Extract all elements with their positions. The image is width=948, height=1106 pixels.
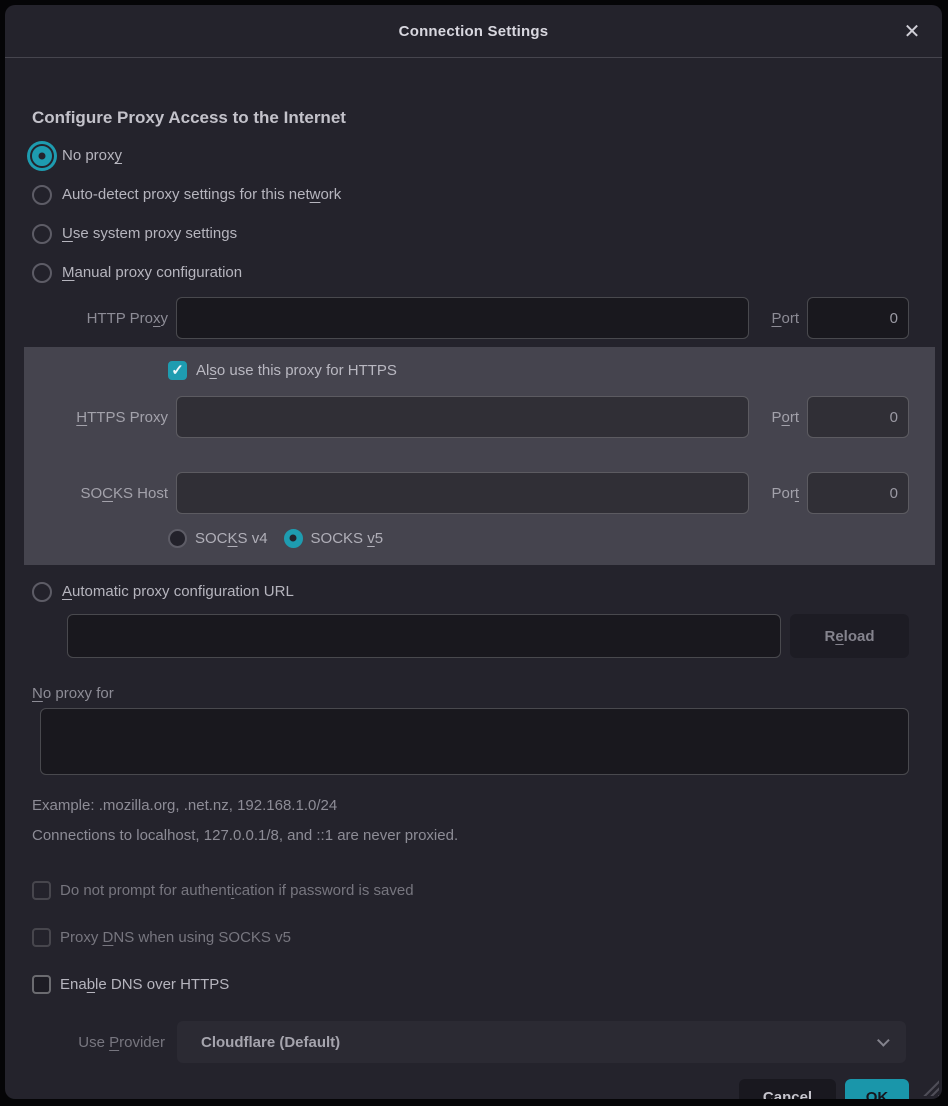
- https-proxy-label: HTTPS Proxy: [32, 409, 168, 426]
- auto-url-row: Reload: [67, 614, 909, 658]
- radio-button-icon[interactable]: [168, 529, 187, 548]
- socks-port-label: Port: [757, 485, 799, 502]
- https-proxy-row: HTTPS Proxy Port: [32, 395, 909, 439]
- socks-version-group: SOCKS v4 SOCKS v5: [168, 525, 909, 551]
- radio-button-icon[interactable]: [32, 224, 52, 244]
- also-https-label: Also use this proxy for HTTPS: [196, 362, 397, 379]
- socks-host-label: SOCKS Host: [32, 485, 168, 502]
- https-socks-section: ✓ Also use this proxy for HTTPS HTTPS Pr…: [24, 347, 935, 565]
- proxy-mode-group: No proxy Auto-detect proxy settings for …: [32, 136, 909, 292]
- radio-manual-proxy[interactable]: Manual proxy configuration: [32, 253, 909, 292]
- radio-button-icon[interactable]: [32, 263, 52, 283]
- ok-button[interactable]: OK: [845, 1079, 909, 1099]
- dialog-titlebar: Connection Settings ✕: [5, 5, 942, 58]
- auto-url-input[interactable]: [67, 614, 781, 658]
- checkbox-icon[interactable]: [32, 975, 51, 994]
- https-port-input[interactable]: [807, 396, 909, 438]
- checkbox-enable-doh[interactable]: Enable DNS over HTTPS: [32, 974, 909, 994]
- radio-no-proxy-label: No proxy: [62, 147, 122, 164]
- radio-auto-url-label: Automatic proxy configuration URL: [62, 583, 294, 600]
- never-proxied-note: Connections to localhost, 127.0.0.1/8, a…: [32, 827, 909, 844]
- checkbox-no-prompt-auth[interactable]: Do not prompt for authentication if pass…: [32, 880, 909, 900]
- http-port-label: Port: [757, 310, 799, 327]
- no-proxy-for-textarea[interactable]: [40, 708, 909, 775]
- close-icon[interactable]: ✕: [896, 15, 928, 47]
- radio-button-icon[interactable]: [32, 146, 52, 166]
- enable-doh-label: Enable DNS over HTTPS: [60, 976, 229, 993]
- chevron-down-icon: [877, 1034, 890, 1047]
- radio-socks-v4[interactable]: SOCKS v4: [168, 529, 268, 548]
- dialog-title: Connection Settings: [399, 23, 549, 40]
- socks-host-input[interactable]: [176, 472, 749, 514]
- radio-auto-url[interactable]: Automatic proxy configuration URL: [32, 572, 909, 611]
- https-port-label: Port: [757, 409, 799, 426]
- radio-button-icon[interactable]: [32, 582, 52, 602]
- http-port-input[interactable]: [807, 297, 909, 339]
- no-proxy-for-label: No proxy for: [32, 685, 909, 702]
- radio-system-proxy[interactable]: Use system proxy settings: [32, 214, 909, 253]
- checkbox-checked-icon[interactable]: ✓: [168, 361, 187, 380]
- radio-auto-detect-label: Auto-detect proxy settings for this netw…: [62, 186, 341, 203]
- page-title: Configure Proxy Access to the Internet: [32, 108, 909, 128]
- no-prompt-auth-label: Do not prompt for authentication if pass…: [60, 882, 414, 899]
- radio-button-icon[interactable]: [284, 529, 303, 548]
- reload-button[interactable]: Reload: [790, 614, 909, 658]
- reload-button-label: Reload: [824, 628, 874, 645]
- checkmark-icon: ✓: [171, 363, 184, 378]
- checkbox-icon[interactable]: [32, 881, 51, 900]
- checkbox-proxy-dns[interactable]: Proxy DNS when using SOCKS v5: [32, 927, 909, 947]
- socks-port-input[interactable]: [807, 472, 909, 514]
- cancel-button[interactable]: Cancel: [739, 1079, 836, 1099]
- doh-provider-value: Cloudflare (Default): [201, 1034, 340, 1051]
- connection-settings-dialog: Connection Settings ✕ Configure Proxy Ac…: [5, 5, 942, 1099]
- also-https-row[interactable]: ✓ Also use this proxy for HTTPS: [168, 357, 909, 383]
- use-provider-label: Use Provider: [32, 1034, 165, 1051]
- doh-provider-select[interactable]: Cloudflare (Default): [177, 1021, 906, 1063]
- socks-host-row: SOCKS Host Port: [32, 471, 909, 515]
- radio-button-icon[interactable]: [32, 185, 52, 205]
- no-proxy-example-text: Example: .mozilla.org, .net.nz, 192.168.…: [32, 797, 909, 814]
- dialog-content: Configure Proxy Access to the Internet N…: [5, 58, 942, 1099]
- radio-auto-detect[interactable]: Auto-detect proxy settings for this netw…: [32, 175, 909, 214]
- radio-no-proxy[interactable]: No proxy: [32, 136, 909, 175]
- radio-system-proxy-label: Use system proxy settings: [62, 225, 237, 242]
- http-proxy-row: HTTP Proxy Port: [32, 296, 909, 340]
- socks-v4-label: SOCKS v4: [195, 530, 268, 547]
- options-checkbox-section: Do not prompt for authentication if pass…: [32, 880, 909, 994]
- checkbox-icon[interactable]: [32, 928, 51, 947]
- https-proxy-input[interactable]: [176, 396, 749, 438]
- radio-manual-proxy-label: Manual proxy configuration: [62, 264, 242, 281]
- proxy-dns-label: Proxy DNS when using SOCKS v5: [60, 929, 291, 946]
- socks-v5-label: SOCKS v5: [311, 530, 384, 547]
- doh-provider-row: Use Provider Cloudflare (Default): [32, 1021, 906, 1063]
- http-proxy-input[interactable]: [176, 297, 749, 339]
- dialog-footer: Cancel OK: [32, 1079, 909, 1099]
- http-proxy-label: HTTP Proxy: [32, 310, 168, 327]
- radio-socks-v5[interactable]: SOCKS v5: [284, 529, 384, 548]
